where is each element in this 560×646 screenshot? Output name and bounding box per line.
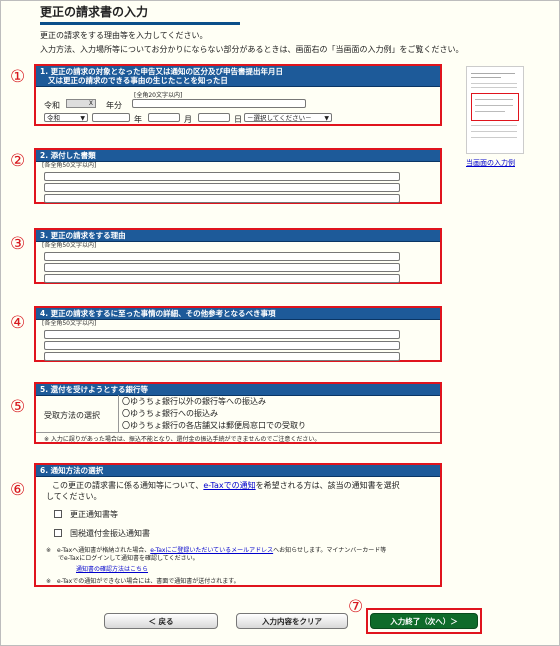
day-input[interactable] <box>198 113 230 122</box>
marker-6: ⑥ <box>10 480 26 500</box>
receipt-method-label: 受取方法の選択 <box>44 411 100 420</box>
s4-hint: [各全角50文字以内] <box>42 320 97 327</box>
chevron-down-icon: ▼ <box>80 115 85 122</box>
marker-7: ⑦ <box>348 597 364 617</box>
sample-link[interactable]: 当画面の入力例 <box>466 158 515 168</box>
year-suffix: 年分 <box>106 101 122 110</box>
section-4-details: 4. 更正の請求をするに至った事情の詳細、その他参考となるべき事項 [各全角50… <box>34 306 442 362</box>
section-1-header: 1. 更正の請求の対象となった申告又は通知の区分及び申告書提出年月日 又は更正の… <box>36 66 440 87</box>
notification-text-2: してください。 <box>46 492 102 501</box>
marker-5: ⑤ <box>10 397 26 417</box>
intro-line-2: 入力方法、入力場所等についてお分かりにならない部分があるときは、画面右の「当画面… <box>40 45 464 54</box>
reason-input-2[interactable] <box>44 263 400 272</box>
section-6-notification: 6. 通知方法の選択 この更正の請求書に係る通知等について、e-Taxでの通知を… <box>34 463 442 587</box>
correction-notice-label: 更正通知書等 <box>70 510 118 519</box>
section-3-reason: 3. 更正の請求をする理由 [各全角50文字以内] <box>34 228 442 284</box>
month-input[interactable] <box>148 113 180 122</box>
notification-text-1: この更正の請求書に係る通知等について、e-Taxでの通知を希望される方は、該当の… <box>52 481 400 490</box>
checkbox-refund-notice[interactable] <box>54 529 62 537</box>
radio-yucho-transfer[interactable]: 〇ゆうちょ銀行への振込み <box>122 408 218 419</box>
section-6-header: 6. 通知方法の選択 <box>36 465 440 477</box>
page-title: 更正の請求書の入力 <box>40 3 240 25</box>
marker-1: ① <box>10 67 26 87</box>
reason-input-3[interactable] <box>44 274 400 283</box>
etax-note-2: でe-Taxにログインして通知書を確認してください。 <box>58 555 199 562</box>
marker-2: ② <box>10 151 26 171</box>
section-1-filing-date: 1. 更正の請求の対象となった申告又は通知の区分及び申告書提出年月日 又は更正の… <box>34 64 442 126</box>
s2-hint: [各全角50文字以内] <box>42 162 97 169</box>
era-year-input[interactable]: X <box>66 99 96 108</box>
intro-line-1: 更正の請求をする理由等を入力してください。 <box>40 31 208 40</box>
category-select[interactable]: －選択してください－ ▼ <box>244 113 332 122</box>
section-2-attached-docs: 2. 添付した書類 [各全角50文字以内] <box>34 148 442 204</box>
etax-notice-link[interactable]: e-Taxでの通知 <box>203 481 255 490</box>
attached-doc-input-3[interactable] <box>44 194 400 203</box>
refund-notice-label: 国税還付金振込通知書 <box>70 529 150 538</box>
section-4-header: 4. 更正の請求をするに至った事情の詳細、その他参考となるべき事項 <box>36 308 440 320</box>
marker-3: ③ <box>10 234 26 254</box>
radio-other-bank[interactable]: 〇ゆうちょ銀行以外の銀行等への振込み <box>122 396 266 407</box>
marker-4: ④ <box>10 313 26 333</box>
back-button[interactable]: ＜ 戻る <box>104 613 218 629</box>
section-3-header: 3. 更正の請求をする理由 <box>36 230 440 242</box>
bank-note: ※ 入力に誤りがあった場合は、振込不能となり、還付金の振込手続ができませんのでご… <box>44 436 321 443</box>
reason-input-1[interactable] <box>44 252 400 261</box>
clear-button[interactable]: 入力内容をクリア <box>236 613 348 629</box>
section-5-bank: 5. 還付を受けようとする銀行等 受取方法の選択 〇ゆうちょ銀行以外の銀行等への… <box>34 382 442 444</box>
attached-doc-input-2[interactable] <box>44 183 400 192</box>
details-input-3[interactable] <box>44 352 400 361</box>
section-5-header: 5. 還付を受けようとする銀行等 <box>36 384 440 396</box>
checkbox-correction-notice[interactable] <box>54 510 62 518</box>
chevron-down-icon: ▼ <box>324 115 329 122</box>
details-input-1[interactable] <box>44 330 400 339</box>
year-label: 年 <box>134 115 142 124</box>
s1-hint: [全角20文字以内] <box>134 92 183 99</box>
s3-hint: [各全角50文字以内] <box>42 242 97 249</box>
month-label: 月 <box>184 115 192 124</box>
attached-doc-input-1[interactable] <box>44 172 400 181</box>
era-select[interactable]: 令和 ▼ <box>44 113 88 122</box>
next-button[interactable]: 入力終了（次へ）＞ <box>370 613 478 629</box>
section-2-header: 2. 添付した書類 <box>36 150 440 162</box>
day-label: 日 <box>234 115 242 124</box>
sample-thumbnail[interactable] <box>466 66 524 154</box>
category-text-input[interactable] <box>132 99 306 108</box>
era-label: 令和 <box>44 101 60 110</box>
confirm-method-link[interactable]: 通知書の確認方法はこちら <box>76 564 148 573</box>
etax-note-3: ※ e-Taxでの通知ができない場合には、書面で通知書が送付されます。 <box>46 578 240 585</box>
year-input[interactable] <box>92 113 130 122</box>
details-input-2[interactable] <box>44 341 400 350</box>
radio-yucho-counter[interactable]: 〇ゆうちょ銀行の各店舗又は郵便局窓口での受取り <box>122 420 306 431</box>
